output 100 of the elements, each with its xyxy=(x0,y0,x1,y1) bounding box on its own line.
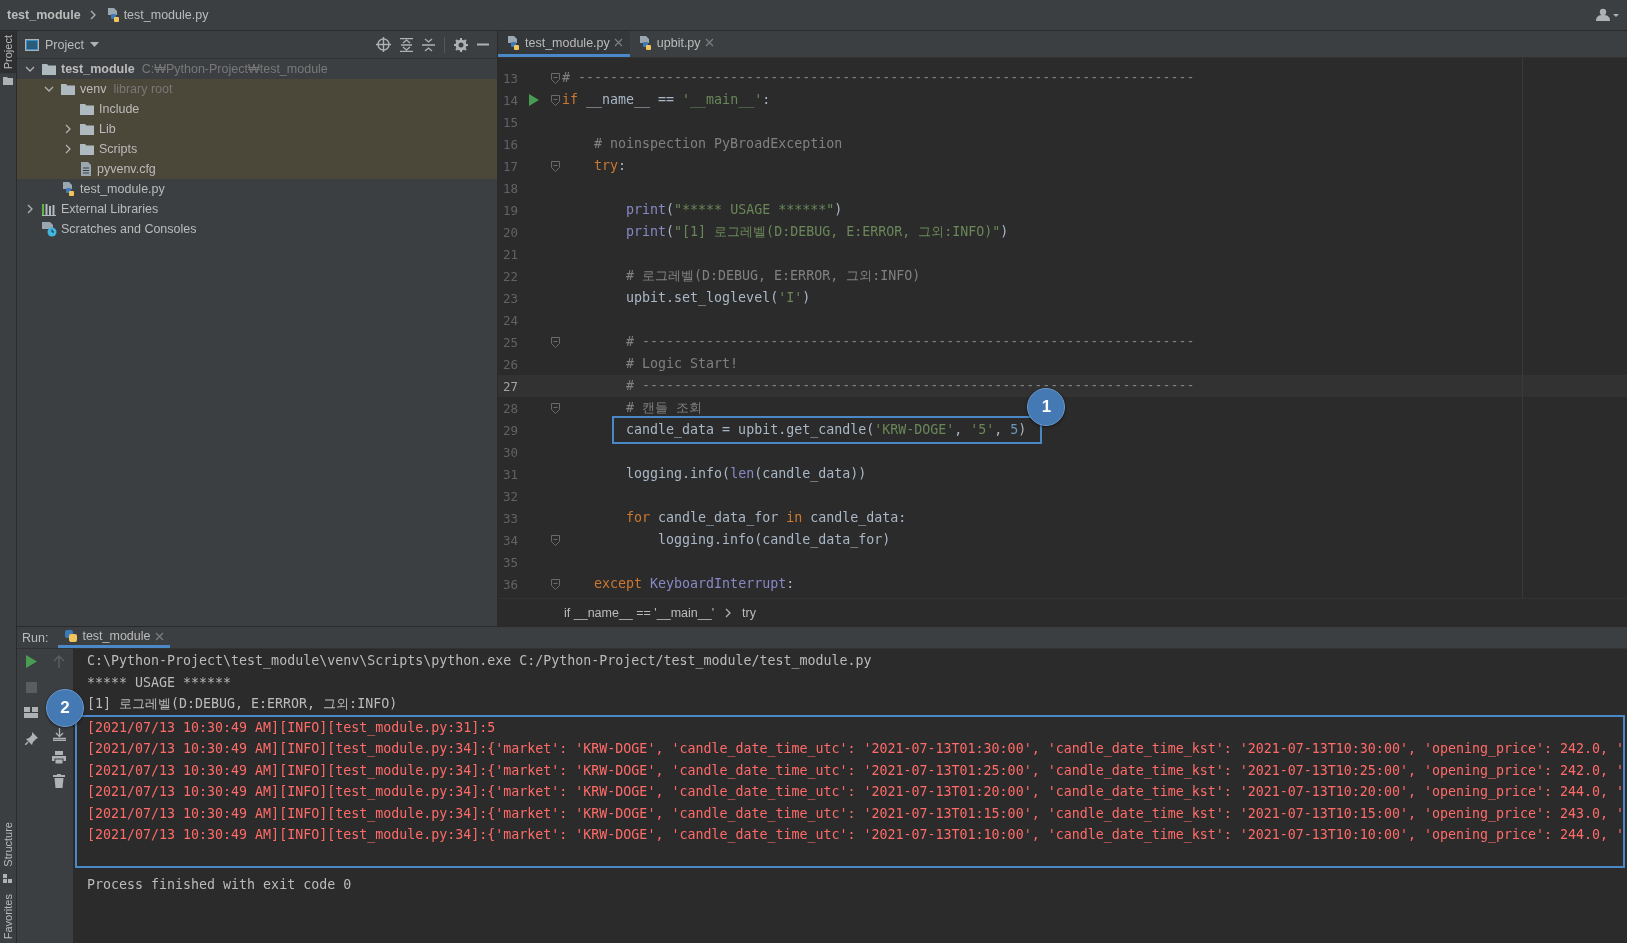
line-number: 21 xyxy=(501,246,518,262)
code-line: # ----------------------------------------------------------------------------- xyxy=(562,69,1195,87)
library-row[interactable]: pyvenv.cfg xyxy=(17,159,497,179)
scratch-clock-icon xyxy=(41,221,57,237)
tool-window-tab[interactable]: Project xyxy=(0,31,16,74)
code-line: try: xyxy=(593,157,627,175)
window-icon xyxy=(25,38,39,51)
tree-item[interactable]: Include xyxy=(99,102,140,116)
scroll-to-end-icon[interactable] xyxy=(52,728,66,742)
code-line: # noinspection PyBroadException xyxy=(593,135,843,153)
code-line: # 캔들 조회 xyxy=(625,399,703,417)
caret-icon xyxy=(89,42,99,47)
line-number: 14 xyxy=(501,92,518,108)
fold-marker-icon[interactable] xyxy=(550,94,560,106)
tree-item[interactable]: venv xyxy=(80,82,107,96)
line-number: 22 xyxy=(501,268,518,284)
line-number: 28 xyxy=(501,400,518,416)
collapse-all-icon[interactable] xyxy=(422,37,435,52)
line-number: 18 xyxy=(501,180,518,196)
code-line: # 로그레벨(D:DEBUG, E:ERROR, 그외:INFO) xyxy=(625,267,921,285)
folder-icon[interactable] xyxy=(3,76,13,86)
line-number: 25 xyxy=(501,334,518,350)
breadcrumb[interactable]: test_module xyxy=(7,8,81,22)
code-line: upbit.set_loglevel('I') xyxy=(625,289,811,308)
code-line: if __name__ == '__main__': xyxy=(562,91,771,110)
fold-marker-icon[interactable] xyxy=(550,160,560,172)
console-line: [2021/07/13 10:30:49 AM][INFO][test_module.py:34]:{'market': 'KRW-DOGE', 'candle_date_time_utc': '2021-07-13T01:20:00', 'candle_date_time_kst': '2021-07-13T10:20:00', 'opening_price': 244.0, ' xyxy=(86,783,1623,802)
line-number: 17 xyxy=(501,158,518,174)
line-number: 36 xyxy=(501,576,518,592)
callout-marker: 2 xyxy=(46,688,84,727)
breadcrumb[interactable]: try xyxy=(742,605,756,620)
tree-item-hint: C:₩Python-Project₩test_module xyxy=(141,62,328,76)
library-row[interactable]: Lib xyxy=(17,119,497,139)
tree-item[interactable]: Scratches and Consoles xyxy=(61,222,197,236)
fold-marker-icon[interactable] xyxy=(550,402,560,414)
tool-window-tab[interactable]: Favorites xyxy=(0,889,16,943)
tree-item[interactable]: test_module xyxy=(61,62,135,76)
print-icon[interactable] xyxy=(52,751,66,765)
python-icon xyxy=(64,629,79,644)
minimize-icon[interactable] xyxy=(477,43,489,46)
breadcrumb[interactable]: test_module.py xyxy=(104,7,209,23)
library-bars-icon xyxy=(41,202,57,216)
fold-marker-icon[interactable] xyxy=(550,534,560,546)
folder-icon xyxy=(41,62,57,76)
user-menu-icon[interactable] xyxy=(1596,8,1620,22)
line-number: 15 xyxy=(501,114,518,130)
code-line: logging.info(len(candle_data)) xyxy=(625,465,867,484)
console-line: ***** USAGE ****** xyxy=(86,673,233,692)
code-line: # --------------------------------------------------------------------- xyxy=(625,333,1195,351)
console-line: C:\Python-Project\test_module\venv\Scripts\python.exe C:/Python-Project/test_module/test_module.py xyxy=(86,652,873,671)
folder-icon xyxy=(60,82,76,96)
folder-icon xyxy=(79,102,95,116)
line-number: 13 xyxy=(501,70,518,86)
trash-icon[interactable] xyxy=(53,774,65,789)
python-file-icon xyxy=(60,181,76,197)
console-line: [2021/07/13 10:30:49 AM][INFO][test_module.py:34]:{'market': 'KRW-DOGE', 'candle_date_time_utc': '2021-07-13T01:25:00', 'candle_date_time_kst': '2021-07-13T10:25:00', 'opening_price': 242.0, ' xyxy=(86,761,1623,781)
library-row[interactable]: Scripts xyxy=(17,139,497,159)
close-icon[interactable] xyxy=(154,631,164,641)
project-view-selector[interactable]: Project xyxy=(25,37,99,52)
line-number: 24 xyxy=(501,312,518,328)
console-line: [2021/07/13 10:30:49 AM][INFO][test_module.py:34]:{'market': 'KRW-DOGE', 'candle_date_time_utc': '2021-07-13T01:10:00', 'candle_date_time_kst': '2021-07-13T10:10:00', 'opening_price': 244.0, ' xyxy=(86,826,1623,845)
tree-item[interactable]: test_module.py xyxy=(80,182,165,196)
console-line: Process finished with exit code 0 xyxy=(86,875,353,894)
tree-item[interactable]: External Libraries xyxy=(61,202,159,216)
tree-item[interactable]: pyvenv.cfg xyxy=(97,162,156,176)
fold-marker-icon[interactable] xyxy=(550,336,560,348)
fold-marker-icon[interactable] xyxy=(550,578,560,590)
library-row[interactable]: venv library root xyxy=(17,79,497,99)
editor-tab[interactable]: test_module.py xyxy=(498,31,630,57)
console-line: [1] 로그레벨(D:DEBUG, E:ERROR, 그외:INFO) xyxy=(86,695,399,714)
line-number: 19 xyxy=(501,202,518,218)
code-line: for candle_data_for in candle_data: xyxy=(625,509,907,528)
tool-window-tab[interactable]: Structure xyxy=(0,818,16,871)
line-number: 32 xyxy=(501,488,518,504)
structure-icon[interactable] xyxy=(3,873,13,884)
file-icon xyxy=(79,161,93,177)
close-icon[interactable] xyxy=(704,38,714,47)
python-file-icon xyxy=(505,34,521,51)
code-line: except KeyboardInterrupt: xyxy=(593,575,795,593)
line-number: 27 xyxy=(501,378,518,394)
library-row[interactable]: Include xyxy=(17,99,497,119)
line-number: 35 xyxy=(501,554,518,570)
tree-item[interactable]: Lib xyxy=(99,122,116,136)
code-line: print("[1] 로그레벨(D:DEBUG, E:ERROR, 그외:INFO)") xyxy=(625,223,1009,241)
line-number: 20 xyxy=(501,224,518,240)
close-icon[interactable] xyxy=(613,38,623,47)
run-icon[interactable] xyxy=(25,655,37,669)
line-number: 23 xyxy=(501,290,518,306)
layout-icon[interactable] xyxy=(24,707,38,719)
run-triangle-icon[interactable] xyxy=(527,94,539,106)
breadcrumb[interactable]: if __name__ == '__main__' xyxy=(564,605,715,620)
up-arrow-icon[interactable] xyxy=(53,655,65,669)
line-number: 30 xyxy=(501,444,518,460)
crosshair-icon[interactable] xyxy=(376,37,391,52)
expand-all-icon[interactable] xyxy=(400,37,413,52)
fold-marker-icon[interactable] xyxy=(550,72,560,84)
pin-icon[interactable] xyxy=(24,732,38,746)
settings-icon[interactable] xyxy=(454,37,468,52)
stop-icon[interactable] xyxy=(25,682,37,694)
tree-item[interactable]: Scripts xyxy=(99,142,138,156)
